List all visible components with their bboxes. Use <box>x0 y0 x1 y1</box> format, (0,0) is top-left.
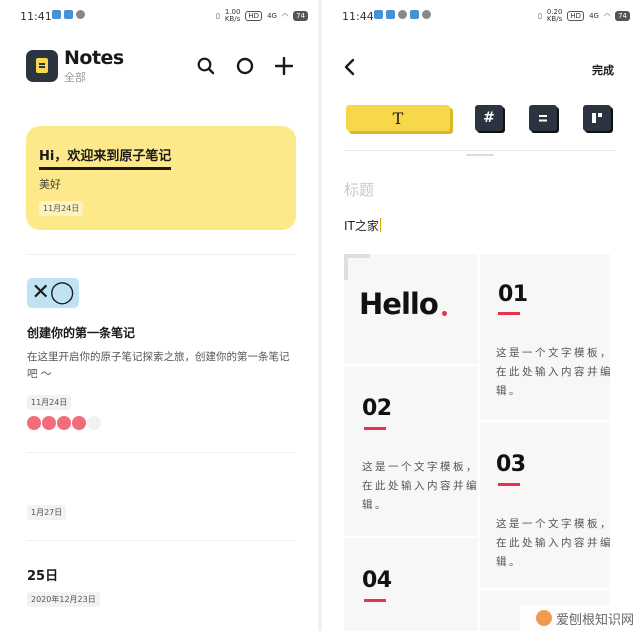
back-chevron-icon[interactable] <box>342 58 358 76</box>
note-date: 2020年12月23日 <box>27 592 100 607</box>
vibrate-icon: ▯ <box>537 11 542 20</box>
notification-icons <box>52 10 85 19</box>
net-speed: 0.20 KB/s <box>546 8 563 23</box>
net-speed: 1.00 KB/s <box>224 8 241 23</box>
note-date: 11月24日 <box>27 395 72 410</box>
rating-dot-filled <box>27 416 41 430</box>
wifi-icon: ◠ <box>281 11 289 20</box>
template-number: 01 <box>498 282 528 307</box>
hashtag-tool[interactable]: # <box>475 105 503 131</box>
note-body: 美好 <box>39 178 61 191</box>
site-watermark: 爱刨根知识网 <box>520 605 640 631</box>
template-accent-bar <box>498 312 520 315</box>
rating-dot-filled <box>42 416 56 430</box>
notification-icons <box>374 10 431 19</box>
done-button[interactable]: 完成 <box>592 62 614 78</box>
template-hello-text: Hello <box>359 287 439 321</box>
plus-icon[interactable] <box>274 56 294 76</box>
text-style-tool[interactable]: T <box>346 105 450 131</box>
layout-tool-icon[interactable] <box>583 105 611 131</box>
divider <box>26 254 296 255</box>
folder-selector[interactable]: 全部 <box>64 69 86 85</box>
status-bar: 11:41 ▯ 1.00 KB/s HD 4G ◠ 74 <box>0 6 318 26</box>
battery-icon: 74 <box>293 11 308 21</box>
app-notification-icon <box>76 10 85 19</box>
hd-badge: HD <box>245 11 263 21</box>
drag-handle[interactable] <box>466 154 494 156</box>
template-paragraph: 这是一个文字模板，在此处输入内容并编辑。 <box>496 347 613 397</box>
template-accent-bar <box>498 483 520 486</box>
rating-dot-filled <box>57 416 71 430</box>
title-input[interactable]: 标题 <box>344 179 374 200</box>
app-notification-icon <box>422 10 431 19</box>
list-tool-icon[interactable] <box>529 105 557 131</box>
template-paragraph: 这是一个文字模板，在此处输入内容并编辑。 <box>362 461 479 511</box>
note-editor-screen: 11:44 ▯ 0.20 KB/s HD 4G ◠ 74 完成 T # 标题 I… <box>322 0 640 631</box>
document-icon <box>36 58 48 73</box>
template-paragraph: 这是一个文字模板，在此处输入内容并编辑。 <box>496 518 613 568</box>
app-title: Notes <box>64 47 124 69</box>
note-title[interactable]: 25日 <box>27 565 58 584</box>
signal-label: 4G <box>267 11 277 20</box>
template-accent-bar <box>364 599 386 602</box>
circle-icon[interactable] <box>235 56 255 76</box>
hd-badge: HD <box>567 11 585 21</box>
template-number: 04 <box>362 568 392 593</box>
note-body: 在这里开启你的原子笔记探索之旅，创建你的第一条笔记吧 ～ <box>27 351 290 380</box>
telegram-icon <box>374 10 383 19</box>
content-input[interactable]: IT之家 <box>344 217 382 234</box>
template-accent-bar <box>364 427 386 430</box>
vibrate-icon: ▯ <box>215 11 220 20</box>
chat-icon <box>398 10 407 19</box>
text-caret <box>379 218 382 232</box>
status-right: ▯ 0.20 KB/s HD 4G ◠ 74 <box>538 9 630 23</box>
note-title[interactable]: 创建你的第一条笔记 <box>27 324 135 341</box>
wifi-icon: ◠ <box>603 11 611 20</box>
status-time: 11:41 <box>20 10 52 23</box>
divider <box>26 540 296 541</box>
status-right: ▯ 1.00 KB/s HD 4G ◠ 74 <box>216 9 308 23</box>
status-bar: 11:44 ▯ 0.20 KB/s HD 4G ◠ 74 <box>322 6 640 26</box>
template-number: 03 <box>496 452 526 477</box>
notes-list-screen: 11:41 ▯ 1.00 KB/s HD 4G ◠ 74 Notes 全部 Hi… <box>0 0 318 631</box>
telegram-icon <box>64 10 73 19</box>
signal-label: 4G <box>589 11 599 20</box>
template-number: 02 <box>362 396 392 421</box>
watermark-logo-icon <box>535 610 552 626</box>
search-icon[interactable] <box>196 56 216 76</box>
telegram-icon <box>386 10 395 19</box>
telegram-icon <box>410 10 419 19</box>
template-accent-dot <box>442 311 447 316</box>
toolbar-divider <box>344 150 616 151</box>
battery-icon: 74 <box>615 11 630 21</box>
telegram-icon <box>52 10 61 19</box>
rating-dots <box>27 416 101 430</box>
note-title: Hi，欢迎来到原子笔记 <box>39 145 172 170</box>
rating-dot-empty <box>87 416 101 430</box>
note-date: 11月24日 <box>39 201 84 216</box>
note-card-welcome[interactable]: Hi，欢迎来到原子笔记 美好 11月24日 <box>26 126 296 230</box>
divider <box>26 452 296 453</box>
note-date[interactable]: 1月27日 <box>27 505 67 520</box>
notes-app-logo <box>26 50 58 82</box>
status-time: 11:44 <box>342 10 374 23</box>
template-corner-mark <box>344 254 370 280</box>
screenshot-stage: 11:41 ▯ 1.00 KB/s HD 4G ◠ 74 Notes 全部 Hi… <box>0 0 640 631</box>
tic-tac-toe-sticker: ✕◯ <box>27 278 79 308</box>
rating-dot-filled <box>72 416 86 430</box>
